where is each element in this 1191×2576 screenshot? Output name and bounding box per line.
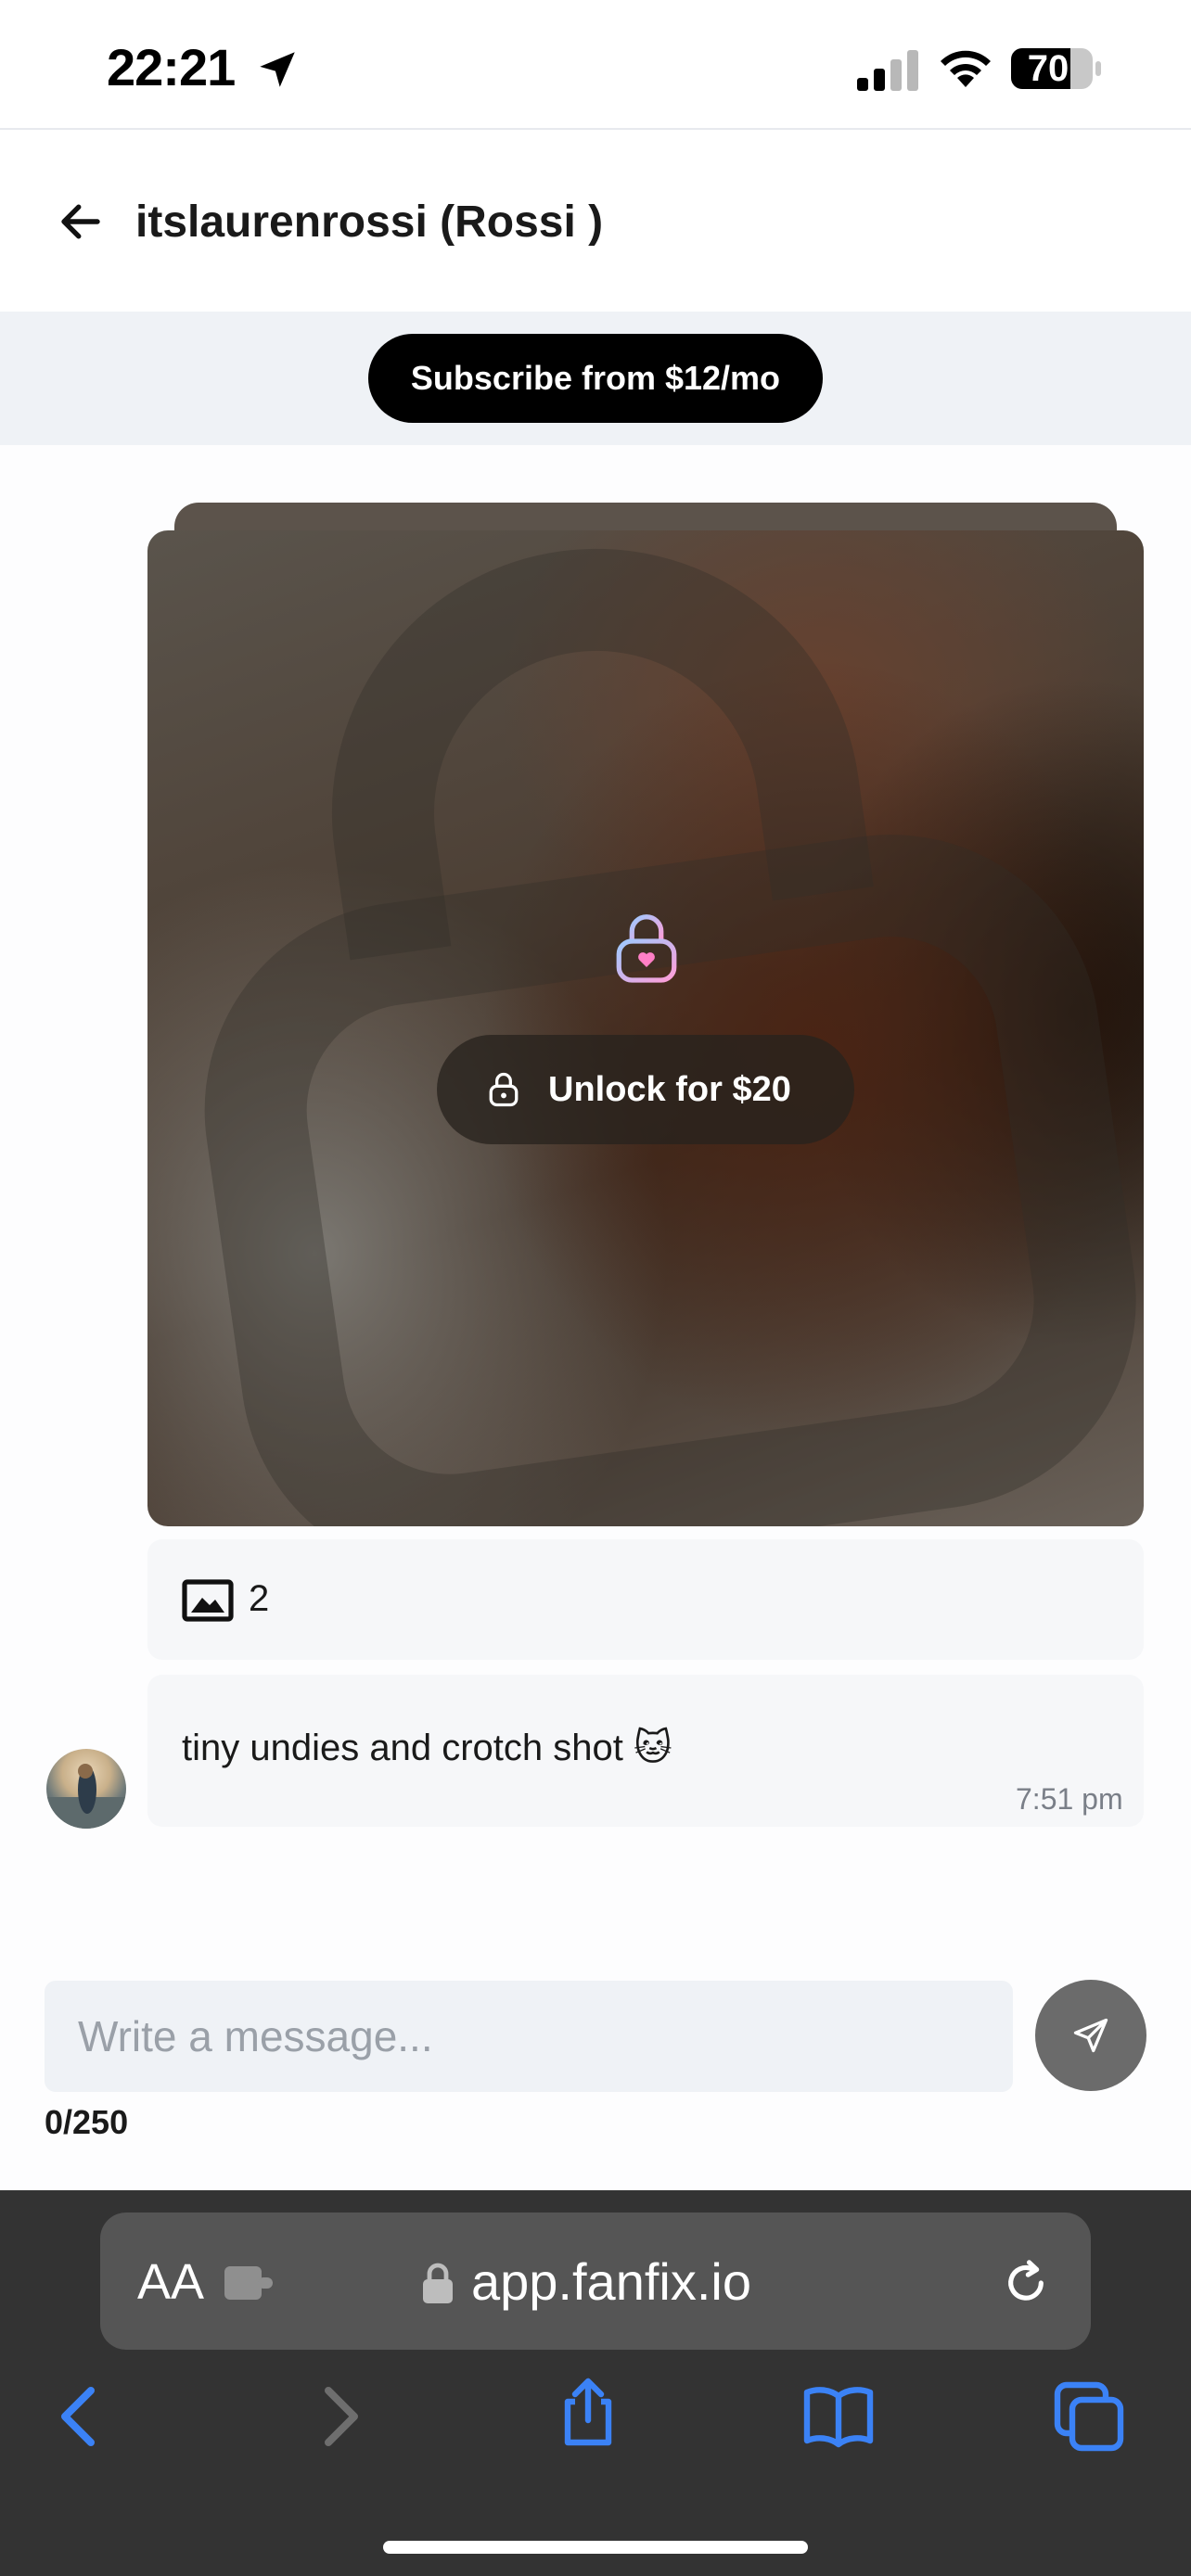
arrow-left-icon[interactable] [56, 197, 106, 247]
lock-icon [423, 2263, 453, 2303]
send-button[interactable] [1035, 1980, 1146, 2091]
avatar[interactable] [46, 1749, 126, 1829]
char-counter: 0/250 [45, 2103, 129, 2141]
locked-media[interactable] [147, 530, 1144, 1526]
forward-icon[interactable] [302, 2379, 377, 2454]
extension-icon[interactable] [221, 2261, 276, 2305]
lock-watermark-icon [204, 548, 1136, 1526]
message-time: 7:51 pm [1016, 1782, 1123, 1816]
home-indicator [383, 2541, 808, 2554]
battery-icon: 70 [1011, 46, 1104, 91]
lock-heart-icon [616, 914, 677, 983]
unlock-label: Unlock for $20 [548, 1069, 791, 1109]
lock-icon [489, 1072, 519, 1107]
send-icon [1073, 2018, 1108, 2053]
bookmarks-icon[interactable] [801, 2379, 876, 2454]
text-size-button[interactable]: AA [137, 2253, 204, 2311]
back-icon[interactable] [43, 2379, 117, 2454]
unlock-button[interactable]: Unlock for $20 [437, 1035, 854, 1144]
image-icon [182, 1579, 234, 1622]
url-text[interactable]: app.fanfix.io [471, 2251, 751, 2312]
message-input[interactable] [45, 1981, 1013, 2092]
reload-icon[interactable] [1000, 2255, 1052, 2311]
signal-icon [857, 50, 918, 91]
message-text: tiny undies and crotch shot 🐱 [182, 1728, 672, 1768]
tabs-icon[interactable] [1052, 2379, 1126, 2454]
subscribe-button[interactable]: Subscribe from $12/mo [368, 334, 823, 423]
status-time: 22:21 [107, 38, 236, 96]
page-title: itslaurenrossi (Rossi ) [135, 198, 604, 247]
battery-level: 70 [1027, 48, 1069, 89]
media-count: 2 [249, 1578, 270, 1619]
share-icon[interactable] [551, 2376, 625, 2450]
location-arrow-icon [260, 52, 295, 87]
media-count-bar [147, 1539, 1144, 1660]
wifi-icon [941, 50, 991, 87]
